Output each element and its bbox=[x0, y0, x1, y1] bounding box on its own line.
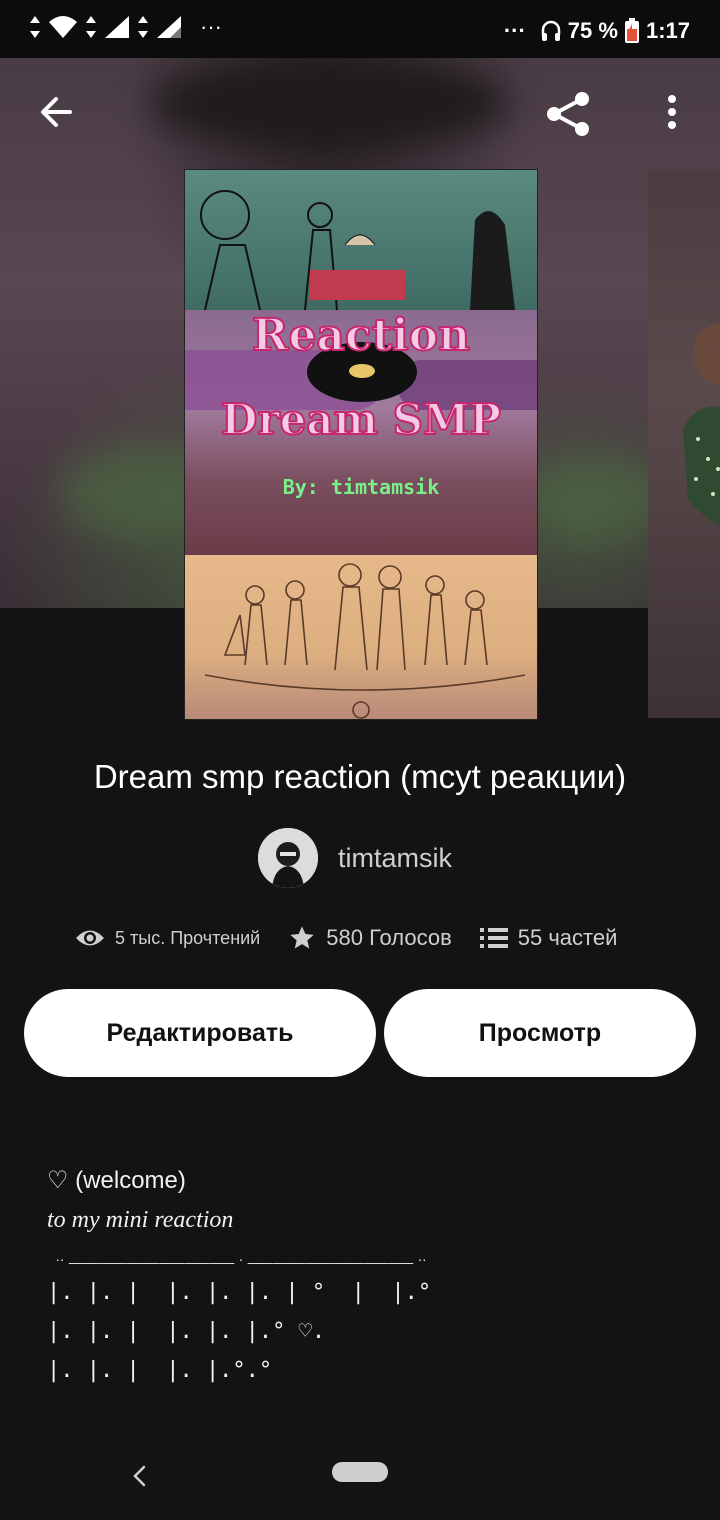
cover-sketch-bottom bbox=[204, 563, 526, 719]
preview-button[interactable]: Просмотр bbox=[384, 989, 696, 1077]
eye-icon bbox=[76, 930, 104, 946]
signal-arrows-icon bbox=[30, 16, 40, 38]
share-icon bbox=[547, 92, 589, 136]
reads-count: 5 тыс. Прочтений bbox=[115, 927, 261, 948]
status-icons-left: ··· bbox=[28, 14, 222, 40]
arrow-left-icon bbox=[41, 97, 72, 127]
battery-charging-icon bbox=[624, 18, 639, 43]
status-icons-right: ··· 75 % 1:17 bbox=[504, 18, 690, 44]
desc-line-5: |. |. | |. |. |.° ♡. bbox=[47, 1319, 326, 1344]
parts-count: 55 частей bbox=[517, 925, 618, 950]
back-button[interactable] bbox=[32, 88, 80, 136]
hero-blur-dark bbox=[150, 58, 510, 148]
signal-arrows-icon-3 bbox=[138, 16, 148, 38]
cover-author: By: timtamsik bbox=[282, 475, 440, 499]
headphones-icon bbox=[541, 20, 561, 41]
story-cover[interactable]: Reaction Dream SMP By: timtamsik bbox=[184, 169, 538, 720]
author-name[interactable]: timtamsik bbox=[338, 843, 452, 874]
edit-button[interactable]: Редактировать bbox=[24, 989, 376, 1077]
votes-stat: 580 Голосов bbox=[288, 924, 452, 952]
desc-line-2: to my mini reaction bbox=[47, 1207, 234, 1233]
desc-line-3: .. ____________________ . ______________… bbox=[47, 1248, 427, 1264]
list-icon bbox=[479, 928, 508, 948]
votes-count: 580 Голосов bbox=[326, 925, 452, 950]
story-title: Dream smp reaction (mcyt реакции) bbox=[93, 758, 627, 795]
story-stats: 5 тыс. Прочтений 580 Голосов 55 частей bbox=[75, 924, 645, 952]
status-overflow-right: ··· bbox=[503, 18, 526, 43]
desc-line-1: ♡ (welcome) bbox=[47, 1167, 186, 1194]
share-button[interactable] bbox=[542, 88, 594, 140]
reads-stat: 5 тыс. Прочтений bbox=[75, 927, 260, 949]
author-row[interactable]: timtamsik bbox=[258, 828, 452, 888]
cover-title-line1: Reaction bbox=[251, 309, 471, 362]
status-overflow-left: ··· bbox=[200, 14, 222, 39]
more-options-button[interactable] bbox=[648, 88, 696, 136]
desc-line-6: |. |. | |. |.°.° bbox=[47, 1358, 273, 1383]
avatar-image bbox=[258, 828, 318, 888]
parts-stat: 55 частей bbox=[479, 925, 618, 951]
signal-arrows-icon-2 bbox=[86, 16, 96, 38]
cover-title-line2: Dream SMP bbox=[220, 394, 502, 445]
wifi-icon bbox=[49, 16, 77, 38]
next-cover-art bbox=[683, 324, 720, 526]
cover-sketch-top bbox=[200, 190, 515, 311]
status-bar: ··· ··· 75 % 1:17 bbox=[0, 0, 720, 58]
chevron-left-icon bbox=[133, 1465, 146, 1487]
clock: 1:17 bbox=[645, 18, 690, 43]
system-nav-bar bbox=[0, 1450, 720, 1520]
more-vert-icon bbox=[668, 95, 676, 129]
next-cover-preview[interactable] bbox=[648, 169, 720, 718]
nav-home-button[interactable] bbox=[332, 1462, 388, 1482]
cell-signal-icon bbox=[105, 16, 129, 38]
cell-signal-icon-2 bbox=[157, 16, 181, 38]
nav-back-button[interactable] bbox=[122, 1458, 158, 1494]
story-description: ♡ (welcome) to my mini reaction .. _____… bbox=[47, 1166, 431, 1383]
cover-panel-top bbox=[185, 170, 537, 311]
cover-panel-bottom bbox=[185, 555, 537, 719]
avatar[interactable] bbox=[258, 828, 318, 888]
desc-line-4: |. |. | |. |. |. | ° | |.° bbox=[47, 1280, 432, 1305]
battery-percent: 75 % bbox=[567, 18, 618, 43]
star-icon bbox=[290, 926, 314, 949]
